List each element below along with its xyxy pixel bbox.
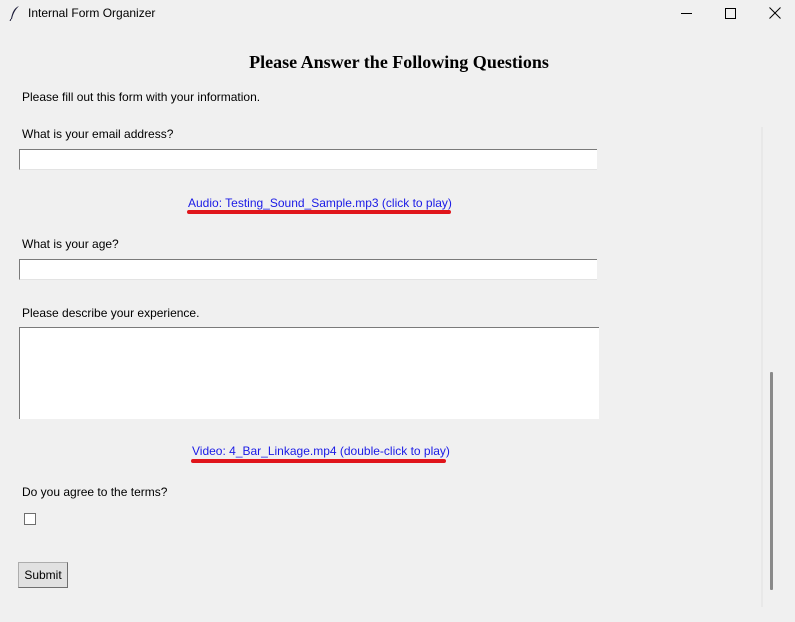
email-label: What is your email address? (22, 127, 174, 141)
feather-icon (9, 6, 19, 21)
scrollbar-track[interactable] (761, 127, 763, 607)
video-link[interactable]: Video: 4_Bar_Linkage.mp4 (double-click t… (192, 444, 450, 458)
minimize-icon (680, 12, 692, 14)
submit-button[interactable]: Submit (18, 562, 68, 588)
age-label: What is your age? (22, 237, 119, 251)
maximize-button[interactable] (707, 0, 753, 26)
email-field[interactable] (19, 149, 597, 170)
window-title: Internal Form Organizer (28, 6, 156, 20)
age-field[interactable] (19, 259, 597, 280)
minimize-button[interactable] (663, 0, 709, 26)
audio-link[interactable]: Audio: Testing_Sound_Sample.mp3 (click t… (188, 196, 452, 210)
close-button[interactable] (752, 0, 795, 26)
title-bar: Internal Form Organizer (0, 0, 795, 26)
form-heading: Please Answer the Following Questions (249, 52, 549, 72)
maximize-icon (724, 7, 736, 19)
form-intro: Please fill out this form with your info… (22, 90, 261, 104)
audio-link-underline (187, 210, 451, 214)
video-link-underline (191, 459, 446, 463)
scrollbar-thumb[interactable] (770, 372, 773, 590)
experience-textarea[interactable] (19, 327, 599, 419)
terms-checkbox[interactable] (24, 513, 36, 525)
close-icon (769, 7, 781, 19)
terms-label: Do you agree to the terms? (22, 485, 168, 499)
experience-label: Please describe your experience. (22, 306, 200, 320)
